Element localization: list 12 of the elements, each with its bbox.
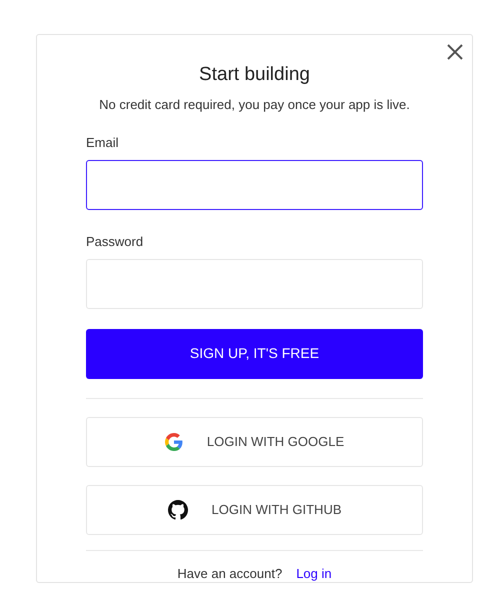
input-field[interactable] bbox=[86, 160, 423, 210]
field-label: Password bbox=[86, 234, 144, 248]
dialog-title: Start building bbox=[198, 63, 311, 87]
footer-text: Have an account? bbox=[177, 564, 282, 582]
github-icon bbox=[168, 500, 188, 520]
dialog-subtitle: No credit card required, you pay once your app is live. bbox=[98, 96, 411, 114]
field-label: Email bbox=[86, 134, 119, 150]
google-icon bbox=[164, 432, 183, 450]
social-login-button[interactable]: LOGIN WITH GITHUB bbox=[86, 484, 423, 534]
sign-up-button[interactable]: SIGN UP, IT'S FREE bbox=[86, 328, 423, 378]
social-login-button[interactable]: LOGIN WITH GOOGLE bbox=[86, 416, 423, 466]
login-link[interactable]: Log in bbox=[296, 564, 332, 583]
